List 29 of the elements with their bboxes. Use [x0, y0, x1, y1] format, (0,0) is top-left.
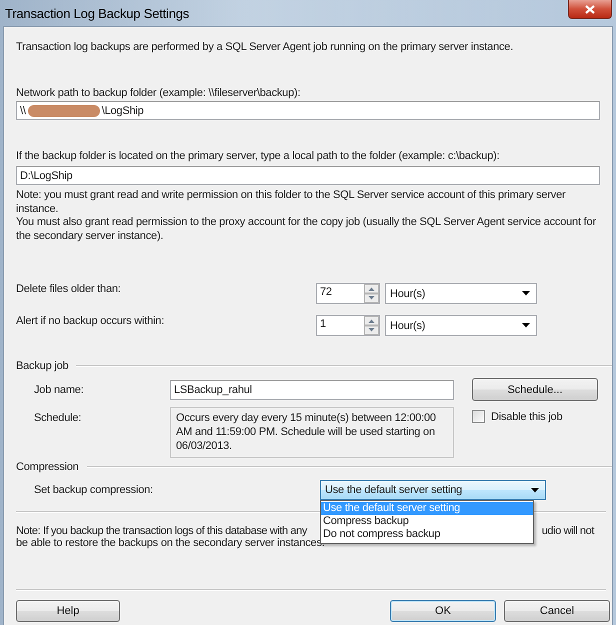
note-text: udio will not — [542, 525, 594, 537]
dropdown[interactable]: Hour(s) — [385, 315, 537, 336]
field-label: Delete files older than: — [16, 283, 122, 295]
field-label: Schedule: — [33, 412, 82, 424]
schedule-button[interactable]: Schedule... — [472, 378, 598, 401]
dropdown[interactable]: Use the default server setting — [320, 480, 546, 500]
dropdown[interactable]: Hour(s) — [385, 283, 537, 304]
checkbox-label: Disable this job — [491, 410, 562, 422]
permission-note: Note: you must grant read and write permission on this folder to the SQL Server service account of this primary server instance. You must also grant read permission to the proxy account for the copy job (usually the SQL Server Agent service account for the secondary server instance). — [16, 189, 597, 243]
input-field[interactable]: D:\LogShip — [16, 166, 600, 185]
ok-button[interactable]: OK — [390, 600, 496, 622]
window-title: Transaction Log Backup Settings — [5, 6, 190, 21]
help-button[interactable]: Help — [16, 600, 120, 622]
spin-box[interactable]: 72 — [316, 283, 380, 304]
input-field[interactable]: \\ \LogShip — [16, 101, 600, 120]
field-label: Alert if no backup occurs within: — [16, 315, 166, 327]
group-title: Backup job — [16, 360, 68, 372]
group-title: Compression — [16, 461, 79, 473]
schedule-description: Occurs every day every 15 minute(s) between 12:00:00 AM and 11:59:00 PM. Schedule will be used starting on 06/03/2013. — [170, 407, 454, 458]
field-label: If the backup folder is located on the primary server, type a local path to the folder (example: c:\backup): — [16, 150, 500, 162]
input-field[interactable]: LSBackup_rahul — [170, 380, 454, 400]
dropdown-option[interactable]: Compress backup — [321, 515, 533, 528]
field-label: Network path to backup folder (example: \\fileserver\backup): — [16, 87, 302, 99]
field-label: Job name: — [33, 384, 85, 396]
intro-text: Transaction log backups are performed by a SQL Server Agent job running on the primary server instance. — [16, 41, 514, 53]
spin-box[interactable]: 1 — [316, 315, 380, 336]
field-label: Set backup compression: — [33, 484, 154, 496]
cancel-button[interactable]: Cancel — [504, 600, 610, 622]
note-text: Note: If you backup the transaction logs of this database with any — [16, 525, 307, 537]
